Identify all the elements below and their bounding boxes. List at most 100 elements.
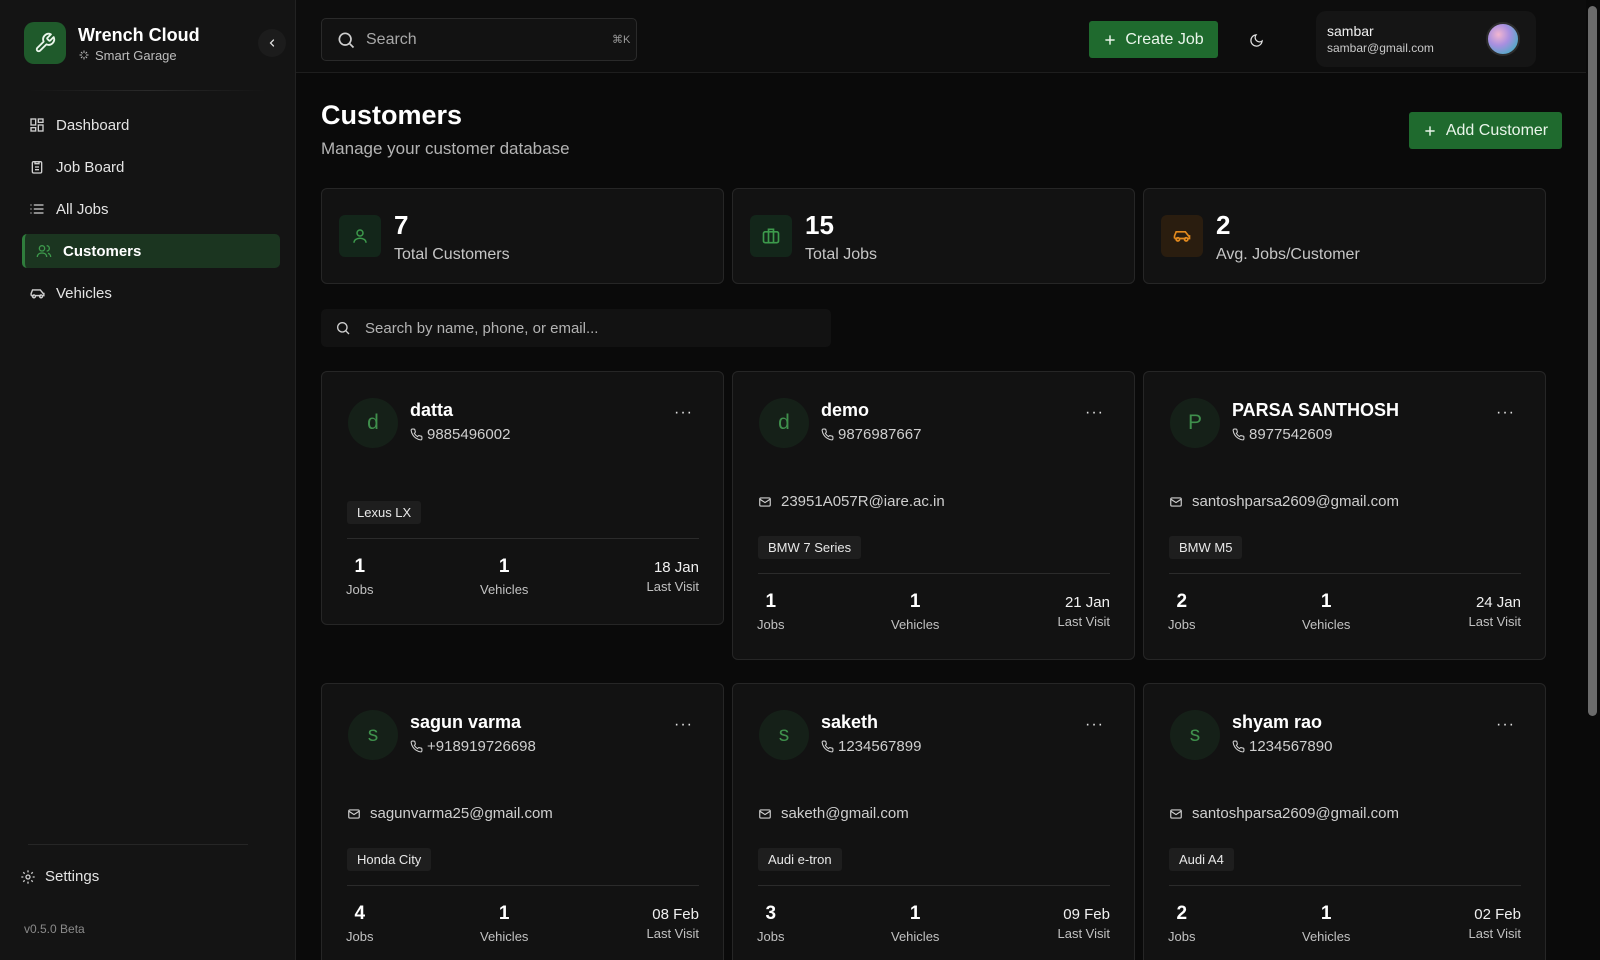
sidebar-item-job-board[interactable]: Job Board [22,150,280,184]
last-visit-date: 02 Feb [1474,906,1521,923]
customer-avatar: d [759,398,809,448]
global-search[interactable]: ⌘K [321,18,637,61]
search-input[interactable] [366,30,596,49]
customer-phone: +918919726698 [427,738,536,755]
sparkle-icon [78,49,90,61]
topbar: ⌘K Create Job sambar sambar@gmail.com [296,0,1586,73]
vehicles-count: 1 [498,556,510,577]
vehicle-badge: Honda City [347,848,432,871]
customer-search-input[interactable] [365,319,805,337]
stat-label: Avg. Jobs/Customer [1216,246,1360,263]
main-content: Customers Manage your customer database … [296,73,1586,960]
add-customer-label: Add Customer [1445,121,1549,139]
customer-phone: 9885496002 [427,426,511,443]
more-options-button[interactable]: ··· [674,716,693,734]
vehicles-label: Vehicles [1302,929,1351,944]
user-menu[interactable]: sambar sambar@gmail.com [1316,11,1536,67]
customer-name: demo [821,400,870,420]
customer-phone: 1234567899 [838,738,922,755]
car-icon [1161,215,1203,257]
last-visit-date: 18 Jan [653,559,699,576]
customer-avatar: P [1170,398,1220,448]
customer-card[interactable]: s sagun varma +918919726698 ··· sagunvar… [321,683,724,960]
avatar [1486,22,1520,56]
jobs-count: 2 [1176,903,1188,924]
customer-card[interactable]: d demo 9876987667 ··· 23951A057R@iare.ac… [732,371,1135,660]
search-icon [336,30,356,50]
more-options-button[interactable]: ··· [1496,404,1515,422]
jobs-label: Jobs [1168,929,1196,944]
search-shortcut: ⌘K [612,34,631,46]
mail-icon [758,807,772,821]
last-visit-label: Last Visit [1468,926,1521,941]
jobs-label: Jobs [346,929,374,944]
more-options-button[interactable]: ··· [1085,404,1104,422]
customer-name: datta [410,400,454,420]
stat-card-total-customers: 7 Total Customers [321,188,724,284]
last-visit-date: 21 Jan [1064,594,1110,611]
plus-icon [1103,33,1117,47]
jobs-label: Jobs [757,929,785,944]
customer-email: saketh@gmail.com [781,805,909,822]
car-icon [28,284,46,302]
vehicles-label: Vehicles [891,617,940,632]
customer-avatar: s [348,710,398,760]
sidebar-item-label: Dashboard [56,116,130,134]
theme-toggle-button[interactable] [1244,28,1268,52]
app-subtitle: Smart Garage [95,47,177,63]
settings-link[interactable]: Settings [20,868,99,885]
jobs-count: 2 [1176,591,1188,612]
stat-value: 7 [394,210,409,240]
customer-phone: 9876987667 [838,426,922,443]
sidebar-item-all-jobs[interactable]: All Jobs [22,192,280,226]
collapse-sidebar-button[interactable] [258,29,286,57]
customer-card[interactable]: s saketh 1234567899 ··· saketh@gmail.com… [732,683,1135,960]
user-email: sambar@gmail.com [1327,41,1434,55]
sidebar: Wrench Cloud Smart Garage Dashboard Job … [0,0,296,960]
divider [347,885,699,886]
brand[interactable]: Wrench Cloud Smart Garage [24,22,200,64]
customer-email: 23951A057R@iare.ac.in [781,493,945,510]
sidebar-item-vehicles[interactable]: Vehicles [22,276,280,310]
mail-icon [1169,807,1183,821]
last-visit-label: Last Visit [646,926,699,941]
customer-card[interactable]: s shyam rao 1234567890 ··· santoshparsa2… [1143,683,1546,960]
customer-avatar: s [759,710,809,760]
customer-search[interactable] [321,309,831,347]
more-options-button[interactable]: ··· [674,404,693,422]
stat-label: Total Jobs [805,246,878,263]
last-visit-label: Last Visit [1057,614,1110,629]
more-options-button[interactable]: ··· [1496,716,1515,734]
mail-icon [347,807,361,821]
stat-card-total-jobs: 15 Total Jobs [732,188,1135,284]
jobs-label: Jobs [346,582,374,597]
vehicles-label: Vehicles [480,929,529,944]
customer-email: santoshparsa2609@gmail.com [1192,805,1400,822]
create-job-button[interactable]: Create Job [1089,21,1218,58]
page-subtitle: Manage your customer database [321,139,570,158]
phone-icon [821,740,834,753]
customer-card[interactable]: d datta 9885496002 ··· Lexus LX 1 Jobs 1… [321,371,724,625]
users-icon [35,242,53,260]
customer-card[interactable]: P PARSA SANTHOSH 8977542609 ··· santoshp… [1143,371,1546,660]
last-visit-label: Last Visit [646,579,699,594]
page-title: Customers [321,100,463,130]
sidebar-item-customers[interactable]: Customers [22,234,280,268]
stat-value: 15 [805,210,834,240]
briefcase-icon [750,215,792,257]
sidebar-item-label: Job Board [56,158,125,176]
jobs-label: Jobs [1168,617,1196,632]
mail-icon [1169,495,1183,509]
vehicles-label: Vehicles [891,929,940,944]
sidebar-item-label: All Jobs [56,200,109,218]
sidebar-item-dashboard[interactable]: Dashboard [22,108,280,142]
vehicles-count: 1 [1320,591,1332,612]
scrollbar-thumb[interactable] [1588,6,1597,716]
customer-name: PARSA SANTHOSH [1232,400,1400,420]
add-customer-button[interactable]: Add Customer [1409,112,1562,149]
dashboard-icon [28,116,46,134]
sidebar-item-label: Vehicles [56,284,112,302]
vehicle-badge: Audi A4 [1169,848,1234,871]
more-options-button[interactable]: ··· [1085,716,1104,734]
wrench-icon [24,22,66,64]
